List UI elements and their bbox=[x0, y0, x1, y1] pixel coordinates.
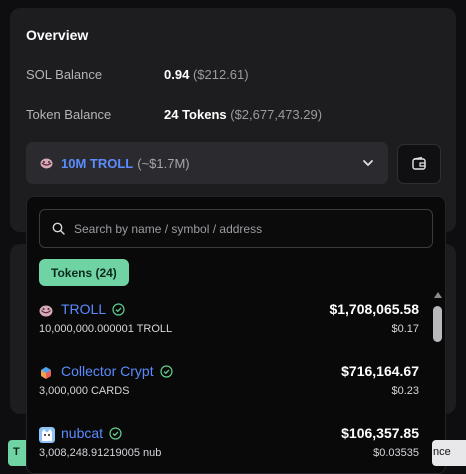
wallet-icon bbox=[412, 156, 426, 170]
token-usd-value: $716,164.67 bbox=[341, 363, 419, 379]
token-search-box[interactable] bbox=[39, 209, 433, 248]
search-icon bbox=[52, 222, 65, 235]
selected-token-name: 10M TROLL bbox=[61, 155, 134, 171]
sol-balance-value: 0.94 ($212.61) bbox=[164, 67, 249, 82]
sol-balance-amount: 0.94 bbox=[164, 67, 190, 82]
token-search-input[interactable] bbox=[74, 221, 414, 236]
token-balance-count: 24 Tokens bbox=[164, 107, 227, 122]
background-balance-chip[interactable]: nce bbox=[432, 440, 466, 466]
selected-token-value: (~$1.7M) bbox=[137, 155, 190, 171]
token-list: TROLL 10,000,000.000001 TROLL $1,708,065… bbox=[39, 301, 419, 473]
token-list-item[interactable]: Collector Crypt 3,000,000 CARDS $716,164… bbox=[39, 363, 419, 425]
token-usd-value: $106,357.85 bbox=[341, 425, 419, 441]
troll-icon bbox=[39, 305, 53, 317]
nubcat-icon bbox=[39, 427, 55, 443]
verified-check-icon bbox=[112, 303, 125, 316]
token-name: nubcat bbox=[61, 425, 122, 441]
token-list-item[interactable]: nubcat 3,008,248.91219005 nub $106,357.8… bbox=[39, 425, 419, 473]
token-price: $0.17 bbox=[391, 323, 419, 335]
overview-title: Overview bbox=[26, 27, 89, 43]
troll-icon bbox=[40, 158, 53, 168]
token-list-item[interactable]: TROLL 10,000,000.000001 TROLL $1,708,065… bbox=[39, 301, 419, 363]
sol-balance-usd: ($212.61) bbox=[192, 67, 249, 82]
token-balance-value: 24 Tokens ($2,677,473.29) bbox=[164, 107, 322, 122]
token-amount: 10,000,000.000001 TROLL bbox=[39, 323, 173, 335]
token-selector[interactable]: 10M TROLL (~$1.7M) bbox=[26, 142, 388, 184]
token-amount: 3,000,000 CARDS bbox=[39, 385, 130, 397]
chevron-down-icon bbox=[363, 160, 373, 166]
token-name: Collector Crypt bbox=[61, 363, 173, 379]
background-tab-chip[interactable]: T bbox=[8, 440, 26, 466]
scroll-thumb[interactable] bbox=[433, 306, 442, 342]
token-price: $0.23 bbox=[391, 385, 419, 397]
scroll-up-arrow-icon[interactable] bbox=[434, 292, 442, 298]
sol-balance-label: SOL Balance bbox=[26, 67, 103, 82]
token-price: $0.03535 bbox=[373, 447, 419, 459]
token-balance-usd: ($2,677,473.29) bbox=[230, 107, 323, 122]
token-amount: 3,008,248.91219005 nub bbox=[39, 447, 162, 459]
token-dropdown: Tokens (24) TROLL 10,000,000.000001 TROL… bbox=[26, 196, 446, 474]
verified-check-icon bbox=[159, 365, 173, 378]
token-name: TROLL bbox=[61, 301, 125, 317]
tab-tokens[interactable]: Tokens (24) bbox=[39, 259, 129, 286]
token-balance-label: Token Balance bbox=[26, 107, 112, 122]
collector-crypt-icon bbox=[41, 367, 51, 379]
verified-check-icon bbox=[109, 427, 122, 440]
token-usd-value: $1,708,065.58 bbox=[329, 301, 419, 317]
wallet-button[interactable] bbox=[397, 144, 441, 184]
